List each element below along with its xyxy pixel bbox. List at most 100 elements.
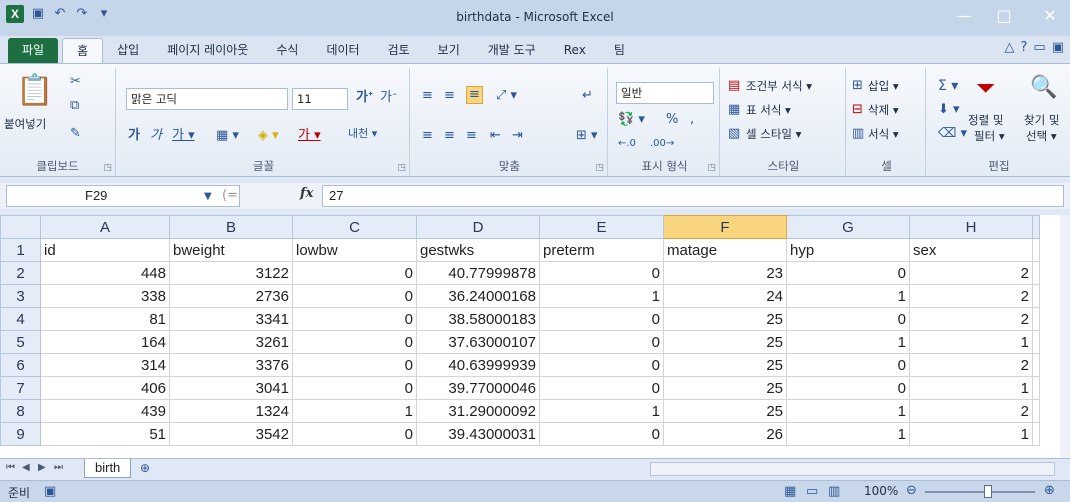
font-size-select[interactable]: 11 xyxy=(292,88,348,110)
conditional-format-button[interactable]: 조건부 서식 ▾ xyxy=(746,78,812,94)
cell[interactable]: 38.58000183 xyxy=(416,307,540,331)
paste-icon[interactable]: 📋 xyxy=(16,74,53,108)
vertical-scrollbar[interactable] xyxy=(1060,215,1070,458)
cell[interactable] xyxy=(1032,353,1040,377)
tab-formulas[interactable]: 수식 xyxy=(262,38,312,63)
cell[interactable]: 1 xyxy=(292,399,417,423)
cell[interactable]: 1 xyxy=(909,330,1033,354)
cell[interactable]: 1 xyxy=(909,422,1033,446)
page-layout-view-icon[interactable]: ▭ xyxy=(806,484,818,500)
tab-data[interactable]: 데이터 xyxy=(312,38,373,63)
cell[interactable]: 1 xyxy=(539,284,664,308)
cell[interactable]: 314 xyxy=(40,353,170,377)
tab-insert[interactable]: 삽입 xyxy=(103,38,153,63)
align-left-icon[interactable]: ≡ xyxy=(422,128,433,144)
cell[interactable] xyxy=(1032,238,1040,262)
row-header[interactable]: 7 xyxy=(0,376,41,400)
format-cells-icon[interactable]: ▥ xyxy=(852,126,864,142)
cell[interactable]: 0 xyxy=(292,261,417,285)
cell[interactable]: 2 xyxy=(909,284,1033,308)
cell[interactable]: 2 xyxy=(909,353,1033,377)
cell[interactable]: 1 xyxy=(786,330,910,354)
cell[interactable]: 23 xyxy=(663,261,787,285)
zoom-in-icon[interactable]: ⊕ xyxy=(1044,483,1055,499)
sort-filter-icon[interactable]: ⏷ xyxy=(976,74,995,102)
cell[interactable]: gestwks xyxy=(416,238,540,262)
window-restore-icon[interactable]: ▣ xyxy=(1052,40,1064,55)
zoom-level[interactable]: 100% xyxy=(864,484,898,498)
phonetic-icon[interactable]: 내천 ▾ xyxy=(348,126,377,142)
align-middle-icon[interactable]: ≡ xyxy=(444,88,455,104)
align-center-icon[interactable]: ≡ xyxy=(444,128,455,144)
format-cells-button[interactable]: 서식 ▾ xyxy=(868,126,899,142)
cell[interactable]: 0 xyxy=(786,307,910,331)
cell[interactable]: 2 xyxy=(909,261,1033,285)
row-header[interactable]: 3 xyxy=(0,284,41,308)
underline-icon[interactable]: 가 ▾ xyxy=(172,128,195,144)
window-minimize-icon[interactable]: ▭ xyxy=(1033,40,1045,55)
cell[interactable]: lowbw xyxy=(292,238,417,262)
column-header-b[interactable]: B xyxy=(169,215,293,239)
accounting-format-icon[interactable]: 💱 ▾ xyxy=(618,112,645,128)
decrease-decimal-icon[interactable]: .00→ xyxy=(650,136,674,152)
cell[interactable]: 0 xyxy=(539,376,664,400)
cell[interactable]: 39.43000031 xyxy=(416,422,540,446)
cell[interactable]: 3041 xyxy=(169,376,293,400)
cell[interactable] xyxy=(1032,399,1040,423)
increase-indent-icon[interactable]: ⇥ xyxy=(512,128,523,144)
tab-home[interactable]: 홈 xyxy=(62,38,104,63)
font-launcher-icon[interactable]: ◳ xyxy=(397,163,406,173)
decrease-indent-icon[interactable]: ⇤ xyxy=(490,128,501,144)
cell-styles-icon[interactable]: ▧ xyxy=(728,126,740,142)
insert-cells-button[interactable]: 삽입 ▾ xyxy=(868,78,899,94)
cell[interactable] xyxy=(1032,284,1040,308)
insert-function-icon[interactable]: fx xyxy=(300,186,313,201)
italic-icon[interactable]: 가 xyxy=(150,128,162,144)
column-header-c[interactable]: C xyxy=(292,215,417,239)
row-header[interactable]: 9 xyxy=(0,422,41,446)
cell[interactable]: 1 xyxy=(786,422,910,446)
grow-font-icon[interactable]: 가ᐩ xyxy=(356,90,373,106)
cell[interactable]: 1 xyxy=(786,284,910,308)
cell[interactable]: 0 xyxy=(292,330,417,354)
spreadsheet-grid[interactable]: ABCDEFGH 1 id bweight lowbw gestwks preterm ma… xyxy=(0,215,1060,458)
fill-icon[interactable]: ⬇ ▾ xyxy=(938,102,960,118)
cell[interactable]: 37.63000107 xyxy=(416,330,540,354)
select-all-corner[interactable] xyxy=(0,215,41,239)
prev-sheet-icon[interactable]: ◀ xyxy=(22,462,30,473)
page-break-view-icon[interactable]: ▥ xyxy=(828,484,840,500)
cell[interactable]: 40.63999939 xyxy=(416,353,540,377)
last-sheet-icon[interactable]: ⏭ xyxy=(54,462,63,473)
cell[interactable]: 0 xyxy=(292,376,417,400)
shrink-font-icon[interactable]: 가ᐨ xyxy=(380,90,397,106)
clipboard-launcher-icon[interactable]: ◳ xyxy=(103,163,112,173)
cell[interactable]: id xyxy=(40,238,170,262)
font-color-icon[interactable]: 가 ▾ xyxy=(298,128,321,144)
cell[interactable] xyxy=(1032,330,1040,354)
insert-cells-icon[interactable]: ⊞ xyxy=(852,78,863,94)
cell[interactable]: 26 xyxy=(663,422,787,446)
sheet-tab-birth[interactable]: birth xyxy=(84,459,132,478)
cell[interactable]: 0 xyxy=(292,307,417,331)
find-select-icon[interactable]: 🔍 xyxy=(1030,74,1057,102)
row-header[interactable]: 6 xyxy=(0,353,41,377)
align-top-icon[interactable]: ≡ xyxy=(422,88,433,104)
cell[interactable]: 0 xyxy=(292,284,417,308)
cut-icon[interactable]: ✂ xyxy=(70,74,81,90)
cell[interactable]: 1 xyxy=(539,399,664,423)
cell[interactable]: preterm xyxy=(539,238,664,262)
cell[interactable]: matage xyxy=(663,238,787,262)
cell[interactable]: 0 xyxy=(292,353,417,377)
number-launcher-icon[interactable]: ◳ xyxy=(707,163,716,173)
format-table-icon[interactable]: ▦ xyxy=(728,102,740,118)
cell[interactable]: 31.29000092 xyxy=(416,399,540,423)
format-painter-icon[interactable]: ✎ xyxy=(70,126,81,142)
comma-style-icon[interactable]: , xyxy=(690,112,694,128)
horizontal-scrollbar[interactable] xyxy=(650,462,1055,476)
cell[interactable]: 24 xyxy=(663,284,787,308)
cell[interactable] xyxy=(1032,422,1040,446)
macro-record-icon[interactable]: ▣ xyxy=(44,484,56,500)
cell[interactable]: 2 xyxy=(909,399,1033,423)
align-bottom-icon[interactable]: ≡ xyxy=(466,86,483,104)
tab-page-layout[interactable]: 페이지 레이아웃 xyxy=(153,38,262,63)
